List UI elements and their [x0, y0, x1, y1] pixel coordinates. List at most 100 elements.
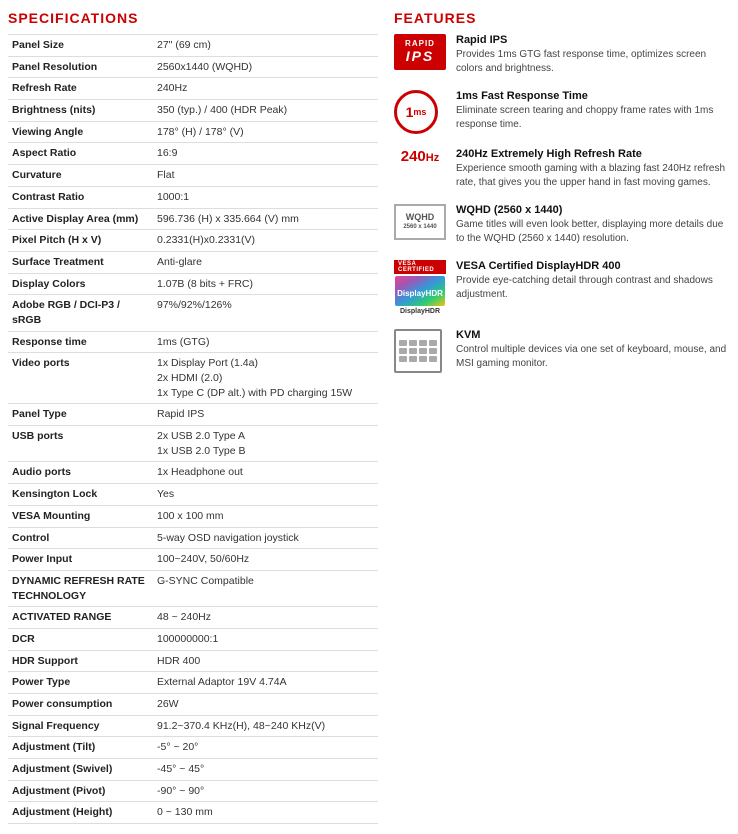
- feature-desc: Experience smooth gaming with a blazing …: [456, 162, 730, 190]
- spec-value: -90° ~ 90°: [153, 780, 378, 802]
- spec-value: Rapid IPS: [153, 404, 378, 426]
- spec-label: Panel Size: [8, 35, 153, 57]
- feature-title: KVM: [456, 329, 730, 341]
- table-row: Pixel Pitch (H x V)0.2331(H)x0.2331(V): [8, 230, 378, 252]
- table-row: Contrast Ratio1000:1: [8, 186, 378, 208]
- spec-value: 0.2331(H)x0.2331(V): [153, 230, 378, 252]
- table-row: Power TypeExternal Adaptor 19V 4.74A: [8, 672, 378, 694]
- spec-value: 596.736 (H) x 335.664 (V) mm: [153, 208, 378, 230]
- specifications-title: SPECIFICATIONS: [8, 10, 378, 26]
- feature-item: VESA CERTIFIED DisplayHDR Disp: [394, 260, 730, 315]
- feature-title: Rapid IPS: [456, 34, 730, 46]
- feature-desc: Game titles will even look better, displ…: [456, 218, 730, 246]
- table-row: USB ports2x USB 2.0 Type A 1x USB 2.0 Ty…: [8, 426, 378, 462]
- feature-item: KVM Control multiple devices via one set …: [394, 329, 730, 373]
- spec-value: 27" (69 cm): [153, 35, 378, 57]
- spec-label: Adjustment (Height): [8, 802, 153, 824]
- spec-label: Power consumption: [8, 694, 153, 716]
- feature-title: 240Hz Extremely High Refresh Rate: [456, 148, 730, 160]
- spec-value: 1000:1: [153, 186, 378, 208]
- spec-label: Panel Type: [8, 404, 153, 426]
- spec-label: VESA Mounting: [8, 505, 153, 527]
- spec-label: Adjustment (Tilt): [8, 737, 153, 759]
- table-row: Adjustment (Swivel)-45° ~ 45°: [8, 759, 378, 781]
- feature-text: 1ms Fast Response Time Eliminate screen t…: [456, 90, 730, 132]
- table-row: Power consumption26W: [8, 694, 378, 716]
- spec-label: Surface Treatment: [8, 251, 153, 273]
- spec-value: 2x USB 2.0 Type A 1x USB 2.0 Type B: [153, 426, 378, 462]
- spec-label: Viewing Angle: [8, 121, 153, 143]
- feature-title: VESA Certified DisplayHDR 400: [456, 260, 730, 272]
- table-row: Surface TreatmentAnti-glare: [8, 251, 378, 273]
- table-row: Control5-way OSD navigation joystick: [8, 527, 378, 549]
- spec-value: 48 ~ 240Hz: [153, 607, 378, 629]
- spec-value: 100 x 100 mm: [153, 505, 378, 527]
- spec-label: Power Type: [8, 672, 153, 694]
- spec-value: Flat: [153, 165, 378, 187]
- spec-value: 1ms (GTG): [153, 331, 378, 353]
- spec-value: 240Hz: [153, 78, 378, 100]
- svg-text:DisplayHDR: DisplayHDR: [397, 289, 443, 298]
- feature-title: 1ms Fast Response Time: [456, 90, 730, 102]
- spec-label: Brightness (nits): [8, 100, 153, 122]
- spec-label: ACTIVATED RANGE: [8, 607, 153, 629]
- table-row: HDR SupportHDR 400: [8, 650, 378, 672]
- spec-label: USB ports: [8, 426, 153, 462]
- kvm-icon: [394, 329, 446, 373]
- feature-item: 1ms 1ms Fast Response TimeEliminate scre…: [394, 90, 730, 134]
- spec-label: Pixel Pitch (H x V): [8, 230, 153, 252]
- spec-value: 97%/92%/126%: [153, 295, 378, 331]
- spec-label: DCR: [8, 628, 153, 650]
- table-row: Adjustment (Pivot)-90° ~ 90°: [8, 780, 378, 802]
- spec-label: Panel Resolution: [8, 56, 153, 78]
- spec-label: Video ports: [8, 353, 153, 404]
- spec-value: 178° (H) / 178° (V): [153, 121, 378, 143]
- vesa-icon: VESA CERTIFIED DisplayHDR Disp: [394, 260, 446, 315]
- feature-text: 240Hz Extremely High Refresh Rate Experie…: [456, 148, 730, 190]
- table-row: Adobe RGB / DCI-P3 / sRGB97%/92%/126%: [8, 295, 378, 331]
- spec-value: 26W: [153, 694, 378, 716]
- spec-value: 91.2~370.4 KHz(H), 48~240 KHz(V): [153, 715, 378, 737]
- spec-label: Audio ports: [8, 462, 153, 484]
- table-row: Panel Size27" (69 cm): [8, 35, 378, 57]
- spec-label: Contrast Ratio: [8, 186, 153, 208]
- wqhd-icon: WQHD 2560 x 1440: [394, 204, 446, 240]
- features-title: FEATURES: [394, 10, 730, 26]
- spec-value: 0 ~ 130 mm: [153, 802, 378, 824]
- feature-desc: Provide eye-catching detail through cont…: [456, 274, 730, 302]
- spec-value: 100000000:1: [153, 628, 378, 650]
- table-row: Aspect Ratio16:9: [8, 143, 378, 165]
- feature-item: WQHD 2560 x 1440 WQHD (2560 x 1440)Game …: [394, 204, 730, 246]
- table-row: Viewing Angle178° (H) / 178° (V): [8, 121, 378, 143]
- table-row: Power Input100~240V, 50/60Hz: [8, 549, 378, 571]
- 240hz-icon: 240Hz: [394, 148, 446, 166]
- spec-value: Anti-glare: [153, 251, 378, 273]
- table-row: Brightness (nits)350 (typ.) / 400 (HDR P…: [8, 100, 378, 122]
- feature-desc: Provides 1ms GTG fast response time, opt…: [456, 48, 730, 76]
- feature-item: RAPID IPS Rapid IPSProvides 1ms GTG fast…: [394, 34, 730, 76]
- feature-desc: Control multiple devices via one set of …: [456, 343, 730, 371]
- spec-label: Refresh Rate: [8, 78, 153, 100]
- spec-label: HDR Support: [8, 650, 153, 672]
- feature-item: 240Hz 240Hz Extremely High Refresh Rate E…: [394, 148, 730, 190]
- feature-desc: Eliminate screen tearing and choppy fram…: [456, 104, 730, 132]
- table-row: Panel Resolution2560x1440 (WQHD): [8, 56, 378, 78]
- spec-label: Curvature: [8, 165, 153, 187]
- spec-value: -45° ~ 45°: [153, 759, 378, 781]
- spec-label: Adobe RGB / DCI-P3 / sRGB: [8, 295, 153, 331]
- spec-label: Signal Frequency: [8, 715, 153, 737]
- table-row: Refresh Rate240Hz: [8, 78, 378, 100]
- table-row: Video ports1x Display Port (1.4a) 2x HDM…: [8, 353, 378, 404]
- spec-label: Active Display Area (mm): [8, 208, 153, 230]
- spec-label: Adjustment (Pivot): [8, 780, 153, 802]
- table-row: Kensington LockYes: [8, 484, 378, 506]
- table-row: VESA Mounting100 x 100 mm: [8, 505, 378, 527]
- spec-value: -5° ~ 20°: [153, 737, 378, 759]
- spec-label: Aspect Ratio: [8, 143, 153, 165]
- feature-text: WQHD (2560 x 1440)Game titles will even …: [456, 204, 730, 246]
- spec-value: G-SYNC Compatible: [153, 570, 378, 606]
- table-row: Active Display Area (mm)596.736 (H) x 33…: [8, 208, 378, 230]
- spec-value: 1.07B (8 bits + FRC): [153, 273, 378, 295]
- spec-label: DYNAMIC REFRESH RATE TECHNOLOGY: [8, 570, 153, 606]
- table-row: DCR100000000:1: [8, 628, 378, 650]
